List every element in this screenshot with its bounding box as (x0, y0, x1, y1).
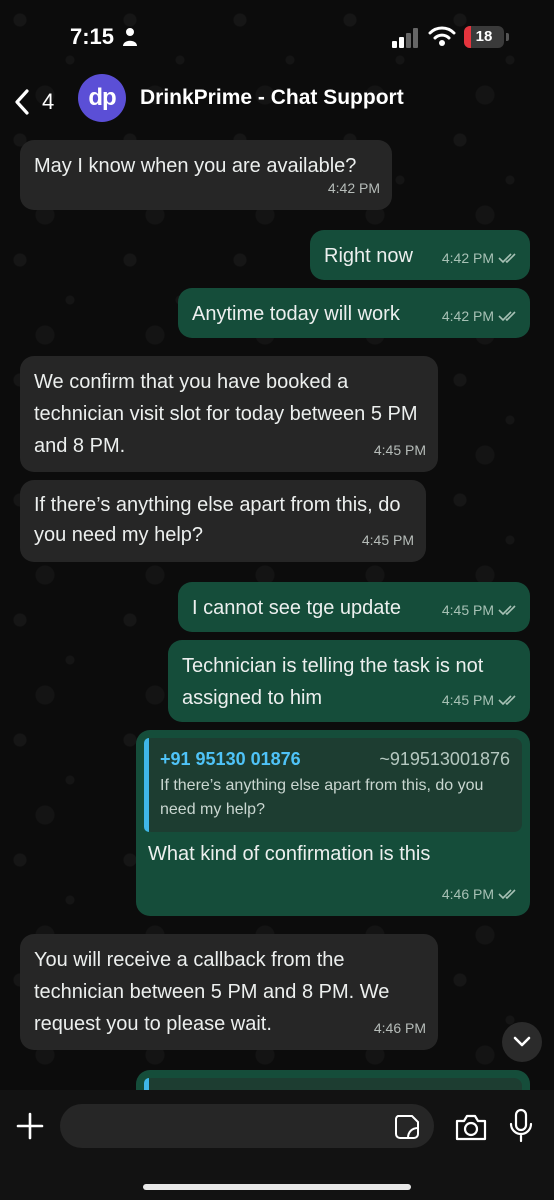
quote-bar (144, 738, 149, 832)
message-time: 4:42 PM (327, 180, 380, 196)
message-bubble[interactable]: Anytime today will work 4:42 PM (178, 288, 530, 338)
message-meta: 4:42 PM (328, 172, 380, 204)
message-text: We confirm that you have booked a techni… (34, 371, 418, 457)
battery-level: 18 (475, 28, 493, 45)
message-bubble[interactable]: We confirm that you have booked a techni… (20, 356, 438, 472)
message-bubble[interactable]: Technician is telling the task is not as… (168, 640, 530, 722)
quote-text: If there’s anything else apart from this… (160, 777, 484, 818)
message-bubble[interactable]: Right now 4:42 PM (310, 230, 530, 280)
message-meta: 4:42 PM (442, 300, 518, 332)
message-time: 4:45 PM (373, 442, 426, 458)
chevron-down-icon (513, 1036, 531, 1047)
message-meta: 4:45 PM (362, 524, 414, 556)
plus-icon[interactable] (14, 1110, 46, 1142)
quoted-message-partial (144, 1078, 522, 1090)
message-text: You will receive a callback from the tec… (34, 949, 390, 1035)
quoted-message[interactable]: +91 95130 01876 ~919513001876 If there’s… (144, 738, 522, 832)
battery-cap (506, 33, 509, 41)
chat-header: 4 dp DrinkPrime - Chat Support (0, 72, 554, 134)
quote-number: ~919513001876 (379, 749, 510, 769)
message-meta: 4:45 PM (374, 434, 426, 466)
chat-title[interactable]: DrinkPrime - Chat Support (140, 86, 404, 110)
message-bubble-partial[interactable] (136, 1070, 530, 1090)
quote-sender: +91 95130 01876 (160, 749, 301, 769)
double-check-icon (498, 695, 516, 706)
status-bar: 7:15 18 (0, 0, 554, 72)
message-bubble[interactable]: If there’s anything else apart from this… (20, 480, 426, 562)
home-indicator (143, 1184, 411, 1190)
message-bubble[interactable]: You will receive a callback from the tec… (20, 934, 438, 1050)
double-check-icon (498, 889, 516, 900)
message-time: 4:46 PM (441, 886, 494, 902)
message-text: May I know when you are available? (34, 155, 357, 177)
message-time: 4:42 PM (441, 250, 494, 266)
quote-bar (144, 1078, 149, 1090)
message-meta: 4:46 PM (374, 1012, 426, 1044)
message-time: 4:45 PM (441, 692, 494, 708)
person-icon (123, 28, 137, 46)
message-meta: 4:45 PM (442, 684, 518, 716)
message-time: 4:45 PM (441, 602, 494, 618)
double-check-icon (498, 253, 516, 264)
back-button[interactable]: 4 (12, 80, 72, 124)
unread-count: 4 (42, 89, 55, 114)
double-check-icon (498, 311, 516, 322)
avatar[interactable]: dp (78, 74, 126, 122)
sticker-icon[interactable] (394, 1114, 420, 1140)
message-text: If there’s anything else apart from this… (34, 494, 401, 546)
message-time: 4:42 PM (441, 308, 494, 324)
message-bubble[interactable]: May I know when you are available? 4:42 … (20, 140, 392, 210)
message-time: 4:45 PM (361, 532, 414, 548)
message-meta: 4:42 PM (442, 242, 518, 274)
wifi-icon (428, 26, 456, 46)
camera-icon[interactable] (454, 1112, 488, 1142)
message-meta: 4:45 PM (442, 594, 518, 626)
quote-header: +91 95130 01876 ~919513001876 (160, 746, 510, 772)
scroll-down-button[interactable] (502, 1022, 542, 1062)
message-meta: 4:46 PM (442, 878, 518, 910)
message-text: What kind of confirmation is this (148, 843, 431, 865)
double-check-icon (498, 605, 516, 616)
signal-icon (392, 28, 418, 48)
message-time: 4:46 PM (373, 1020, 426, 1036)
message-bubble[interactable]: I cannot see tge update 4:45 PM (178, 582, 530, 632)
message-list[interactable]: May I know when you are available? 4:42 … (0, 134, 554, 1090)
message-input[interactable] (60, 1104, 434, 1148)
microphone-icon[interactable] (508, 1108, 534, 1144)
chevron-left-icon (15, 89, 29, 115)
battery-indicator: 18 (464, 26, 504, 48)
status-time: 7:15 (70, 24, 115, 49)
message-bubble-reply[interactable]: +91 95130 01876 ~919513001876 If there’s… (136, 730, 530, 916)
avatar-initials: dp (88, 84, 116, 111)
